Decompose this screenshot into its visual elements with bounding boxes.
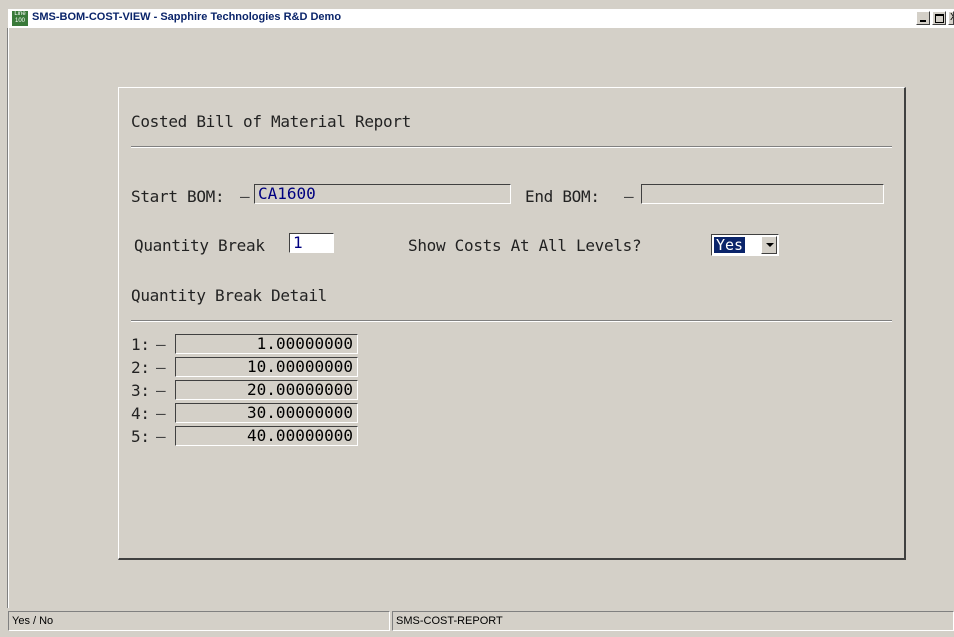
quantity-break-input[interactable]: 1 — [289, 233, 334, 253]
app-icon[interactable]: Line 100 — [12, 11, 28, 26]
break-dash: – — [156, 381, 166, 400]
window-controls: X — [914, 11, 954, 26]
break-dash: – — [156, 358, 166, 377]
window-title: SMS-BOM-COST-VIEW - Sapphire Technologie… — [32, 11, 342, 23]
status-program: SMS-COST-REPORT — [392, 611, 954, 631]
break-dash: – — [156, 404, 166, 423]
minimize-button[interactable] — [916, 11, 930, 25]
break-value-field[interactable]: 1.00000000 — [175, 334, 358, 354]
start-bom-dash: – — [240, 187, 250, 206]
break-label: 1: — [131, 335, 150, 354]
maximize-button[interactable] — [932, 11, 946, 25]
break-value-field[interactable]: 20.00000000 — [175, 380, 358, 400]
break-value-field[interactable]: 10.00000000 — [175, 357, 358, 377]
start-bom-label: Start BOM: — [131, 187, 225, 206]
start-bom-field[interactable]: CA1600 — [254, 184, 511, 204]
break-value-field[interactable]: 30.00000000 — [175, 403, 358, 423]
break-dash: – — [156, 335, 166, 354]
status-bar: Yes / No SMS-COST-REPORT — [8, 611, 954, 633]
title-bar[interactable]: Line 100 SMS-BOM-COST-VIEW - Sapphire Te… — [8, 8, 954, 28]
detail-heading: Quantity Break Detail — [131, 286, 327, 305]
break-label: 3: — [131, 381, 150, 400]
chevron-down-icon[interactable] — [761, 236, 777, 254]
break-label: 2: — [131, 358, 150, 377]
end-bom-label: End BOM: — [525, 187, 600, 206]
detail-divider — [131, 320, 892, 322]
report-heading: Costed Bill of Material Report — [131, 112, 411, 131]
status-hint: Yes / No — [8, 611, 390, 631]
end-bom-field[interactable] — [641, 184, 884, 204]
show-costs-value: Yes — [714, 236, 746, 254]
heading-divider — [131, 146, 892, 148]
break-dash: – — [156, 427, 166, 446]
end-bom-dash: – — [624, 187, 634, 206]
close-button[interactable]: X — [948, 11, 954, 25]
show-costs-select[interactable]: Yes — [711, 234, 779, 256]
window-edge — [7, 28, 9, 608]
break-label: 4: — [131, 404, 150, 423]
break-value-field[interactable]: 40.00000000 — [175, 426, 358, 446]
quantity-break-label: Quantity Break — [134, 236, 265, 255]
report-panel: Costed Bill of Material Report Start BOM… — [118, 87, 906, 560]
break-label: 5: — [131, 427, 150, 446]
show-costs-label: Show Costs At All Levels? — [408, 236, 642, 255]
